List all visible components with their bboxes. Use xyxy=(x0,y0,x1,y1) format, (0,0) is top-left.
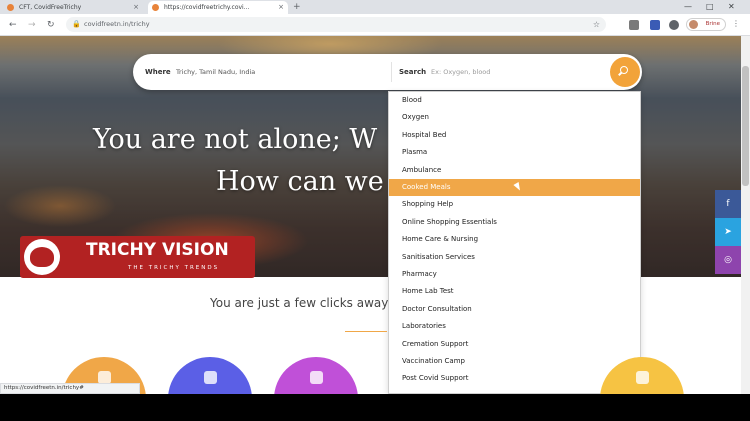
section-tagline: You are just a few clicks away xyxy=(210,296,389,310)
logo-name: TRICHY VISION xyxy=(86,240,229,260)
category-dropdown: Blood Oxygen Hospital Bed Plasma Ambulan… xyxy=(388,91,641,394)
tab-close-icon[interactable]: × xyxy=(133,1,139,14)
browser-tab-2[interactable]: https://covidfreetrichy.covi... × xyxy=(148,1,288,14)
web-page: You are not alone; W How can we Where Tr… xyxy=(0,36,741,394)
tagline-underline xyxy=(345,331,387,332)
tab-title: https://covidfreetrichy.covi... xyxy=(164,4,250,11)
telegram-icon: ➤ xyxy=(724,227,732,237)
category-circle[interactable] xyxy=(274,357,358,394)
category-icon xyxy=(310,371,323,384)
facebook-icon: f xyxy=(726,199,730,209)
logo-subtitle: THE TRICHY TRENDS xyxy=(128,265,220,271)
address-url: covidfreetn.in/trichy xyxy=(84,20,150,28)
search-divider xyxy=(391,62,392,82)
address-bar[interactable]: 🔒 covidfreetn.in/trichy ☆ xyxy=(66,17,606,32)
profile-label: Brine xyxy=(705,21,720,27)
scrollbar-thumb[interactable] xyxy=(742,66,749,186)
dropdown-item[interactable]: Ambulance xyxy=(389,162,640,179)
profile-button[interactable]: Brine xyxy=(686,18,726,31)
dropdown-item[interactable]: Plasma xyxy=(389,144,640,161)
dropdown-item[interactable]: Home Lab Test xyxy=(389,283,640,300)
back-arrow-icon[interactable]: ← xyxy=(9,18,17,32)
dropdown-item[interactable]: Pharmacy xyxy=(389,266,640,283)
search-label: Search xyxy=(399,68,427,76)
dropdown-item[interactable]: Doctor Consultation xyxy=(389,301,640,318)
dropdown-item[interactable]: Laboratories xyxy=(389,318,640,335)
trichy-vision-logo: TRICHY VISION THE TRICHY TRENDS xyxy=(20,236,255,278)
dropdown-item[interactable]: Hospital Bed xyxy=(389,127,640,144)
search-bar: Where Trichy, Tamil Nadu, India Search E… xyxy=(133,54,642,90)
browser-toolbar: ← → ↻ 🔒 covidfreetn.in/trichy ☆ Brine ⋮ xyxy=(0,14,750,36)
category-icon xyxy=(204,371,217,384)
tab-title: CFT, CovidFreeTrichy xyxy=(19,4,82,11)
dropdown-item[interactable]: Oxygen xyxy=(389,109,640,126)
close-window-icon[interactable]: ✕ xyxy=(728,0,735,13)
extension-icon[interactable] xyxy=(629,20,639,30)
new-tab-icon[interactable]: + xyxy=(293,0,301,14)
hero-title-line-1: You are not alone; W xyxy=(93,124,378,155)
telegram-share-button[interactable]: ➤ xyxy=(715,218,741,246)
search-input[interactable]: Ex: Oxygen, blood xyxy=(431,54,490,90)
tab-favicon-icon xyxy=(152,4,159,11)
bookmark-star-icon[interactable]: ☆ xyxy=(593,17,600,32)
tab-close-icon[interactable]: × xyxy=(278,1,284,14)
tab-favicon-icon xyxy=(7,4,14,11)
dropdown-item[interactable]: Vaccination Camp xyxy=(389,353,640,370)
search-button[interactable] xyxy=(610,57,640,87)
puzzle-extensions-icon[interactable] xyxy=(669,20,679,30)
dropdown-item-highlighted[interactable]: Cooked Meals xyxy=(389,179,640,196)
browser-tab-strip: CFT, CovidFreeTrichy × https://covidfree… xyxy=(0,0,750,14)
dropdown-item[interactable]: Home Care & Nursing xyxy=(389,231,640,248)
dropdown-item[interactable]: Cremation Support xyxy=(389,336,640,353)
trichy-vision-emblem-icon xyxy=(24,239,60,275)
letterbox-bar xyxy=(0,394,750,421)
where-input[interactable]: Trichy, Tamil Nadu, India xyxy=(176,54,255,90)
link-status-bar: https://covidfreetn.in/trichy# xyxy=(0,383,140,394)
avatar xyxy=(689,20,698,29)
hero-title-line-2: How can we xyxy=(216,166,384,197)
search-icon xyxy=(620,66,628,74)
dropdown-item[interactable]: Blood xyxy=(389,92,640,109)
forward-arrow-icon[interactable]: → xyxy=(28,18,36,32)
facebook-share-button[interactable]: f xyxy=(715,190,741,218)
instagram-share-button[interactable]: ◎ xyxy=(715,246,741,274)
reload-icon[interactable]: ↻ xyxy=(47,18,55,32)
where-label: Where xyxy=(145,68,171,76)
browser-menu-icon[interactable]: ⋮ xyxy=(732,19,740,28)
maximize-icon[interactable]: □ xyxy=(706,0,714,13)
mouse-cursor-icon xyxy=(513,182,523,192)
browser-tab-1[interactable]: CFT, CovidFreeTrichy × xyxy=(3,1,143,14)
dropdown-item[interactable]: Online Shopping Essentials xyxy=(389,214,640,231)
dropdown-item[interactable]: Shopping Help xyxy=(389,196,640,213)
dropdown-item[interactable]: Sanitisation Services xyxy=(389,249,640,266)
dropdown-item-label: Cooked Meals xyxy=(402,183,451,191)
page-scrollbar[interactable] xyxy=(741,36,750,394)
lock-icon: 🔒 xyxy=(72,20,81,28)
instagram-icon: ◎ xyxy=(724,255,732,265)
minimize-icon[interactable]: — xyxy=(684,0,692,13)
extension-icon[interactable] xyxy=(650,20,660,30)
category-circle[interactable] xyxy=(168,357,252,394)
category-icon xyxy=(636,371,649,384)
